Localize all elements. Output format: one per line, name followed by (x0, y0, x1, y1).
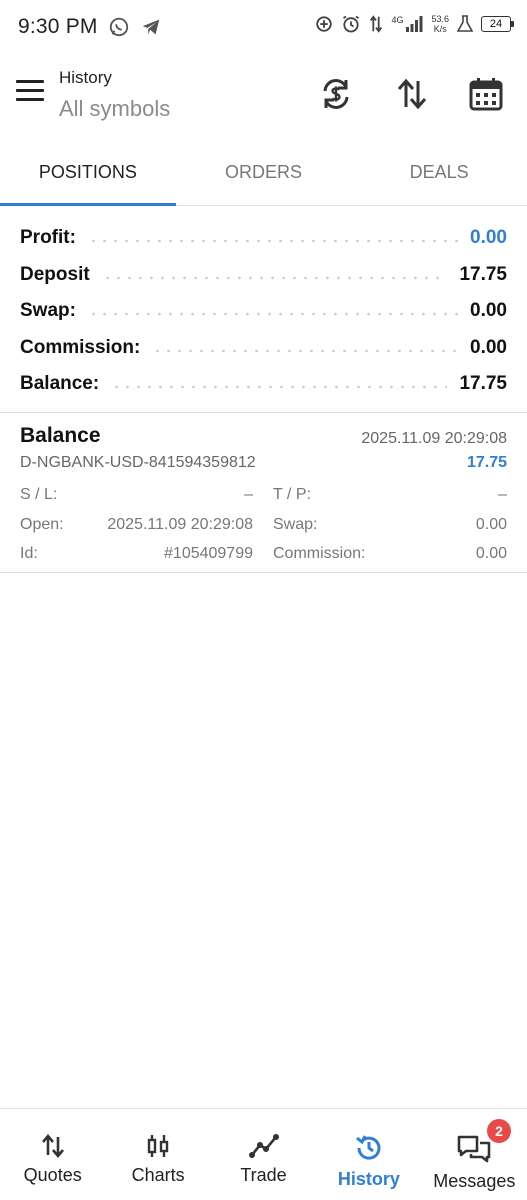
deal-details: S / L: – T / P: – Open: 2025.11.09 20:29… (20, 486, 507, 575)
detail-value: 0.00 (475, 515, 507, 533)
detail-value: 0.00 (475, 545, 507, 562)
deal-comment: D-NGBANK-USD-841594359812 (20, 454, 256, 471)
alarm-icon (343, 15, 360, 33)
nav-charts[interactable]: Charts (105, 1109, 210, 1200)
summary-panel: Profit: 0.00 Deposit 17.75 Swap: 0.00 Co… (20, 220, 507, 403)
flask-icon (457, 15, 473, 32)
detail-value: #105409799 (164, 545, 253, 562)
summary-label: Deposit (20, 263, 90, 285)
summary-value: 17.75 (459, 373, 507, 395)
nav-label: Trade (240, 1165, 287, 1185)
detail-value: – (244, 486, 253, 503)
app-header: History All symbols (0, 62, 527, 128)
summary-value: 0.00 (470, 300, 507, 322)
summary-row-balance: Balance: 17.75 (20, 366, 507, 403)
deal-time: 2025.11.09 20:29:08 (361, 430, 507, 447)
summary-value: 0.00 (470, 336, 507, 358)
detail-label: Open: (20, 515, 64, 533)
nav-messages[interactable]: 2 Messages (422, 1109, 527, 1200)
summary-row-deposit: Deposit 17.75 (20, 257, 507, 294)
menu-icon[interactable] (16, 80, 44, 104)
tab-deals[interactable]: DEALS (351, 140, 527, 205)
nav-label: Charts (131, 1165, 185, 1185)
detail-row: Open: 2025.11.09 20:29:08 Swap: 0.00 (20, 516, 507, 546)
dot-leader (101, 275, 448, 280)
sort-icon (397, 78, 427, 110)
calendar-icon (469, 78, 503, 111)
bottom-nav: Quotes Charts Trade History 2 Messages (0, 1108, 527, 1200)
dot-leader (87, 312, 459, 317)
summary-label: Swap: (20, 300, 76, 322)
nav-label: Messages (433, 1171, 516, 1191)
data-saver-icon (316, 16, 333, 32)
data-transfer-icon (370, 15, 383, 33)
tab-orders[interactable]: ORDERS (176, 140, 352, 205)
list-item[interactable]: Balance 2025.11.09 20:29:08 D-NGBANK-USD… (20, 414, 507, 572)
charts-icon (147, 1135, 169, 1157)
detail-value: 2025.11.09 20:29:08 (107, 515, 253, 533)
detail-label: Commission: (273, 545, 366, 562)
signal-icon (406, 16, 423, 32)
currency-exchange-icon (323, 79, 349, 109)
deal-title: Balance (20, 424, 101, 447)
trade-icon (248, 1134, 279, 1158)
status-bar: 9:30 PM 4G 53.6 K/s 24 (0, 0, 527, 54)
detail-row: S / L: – T / P: – (20, 486, 507, 516)
net-speed-value: 53.6 (431, 14, 449, 24)
divider (0, 572, 527, 573)
summary-row-swap: Swap: 0.00 (20, 293, 507, 330)
dot-leader (111, 385, 448, 390)
detail-label: Swap: (273, 515, 318, 533)
summary-value: 0.00 (470, 227, 507, 249)
page-title: History (59, 68, 112, 87)
detail-row: Id: #105409799 Commission: 0.00 (20, 545, 507, 575)
nav-history[interactable]: History (316, 1109, 421, 1200)
summary-label: Commission: (20, 336, 141, 358)
nav-quotes[interactable]: Quotes (0, 1109, 105, 1200)
detail-label: S / L: (20, 486, 58, 503)
dot-leader (87, 239, 459, 244)
battery-level: 24 (489, 18, 503, 30)
history-tabs: POSITIONS ORDERS DEALS (0, 140, 527, 206)
summary-value: 17.75 (459, 263, 507, 285)
symbol-filter[interactable]: All symbols (59, 96, 170, 122)
nav-trade[interactable]: Trade (211, 1109, 316, 1200)
unread-badge: 2 (486, 1119, 511, 1143)
detail-label: T / P: (273, 486, 311, 503)
deal-amount: 17.75 (466, 454, 507, 471)
quotes-icon (41, 1133, 64, 1159)
whatsapp-icon (109, 17, 128, 37)
divider (0, 412, 527, 413)
net-speed-unit: K/s (433, 24, 447, 34)
messages-icon (458, 1135, 491, 1163)
history-icon (355, 1135, 381, 1160)
telegram-icon (142, 19, 159, 35)
summary-row-commission: Commission: 0.00 (20, 330, 507, 367)
sort-button[interactable] (392, 74, 432, 114)
nav-label: History (337, 1169, 400, 1189)
network-type: 4G (391, 15, 404, 25)
dot-leader (152, 348, 459, 353)
detail-label: Id: (20, 545, 38, 562)
nav-label: Quotes (23, 1165, 82, 1185)
net-speed: 53.6 K/s (431, 14, 449, 34)
currency-exchange-button[interactable] (316, 74, 356, 114)
summary-label: Balance: (20, 373, 100, 395)
detail-value: – (498, 486, 507, 503)
tab-positions[interactable]: POSITIONS (0, 140, 176, 206)
summary-label: Profit: (20, 227, 76, 249)
summary-row-profit: Profit: 0.00 (20, 220, 507, 257)
status-time: 9:30 PM (18, 15, 98, 38)
battery-icon: 24 (481, 16, 514, 32)
calendar-button[interactable] (466, 74, 506, 114)
